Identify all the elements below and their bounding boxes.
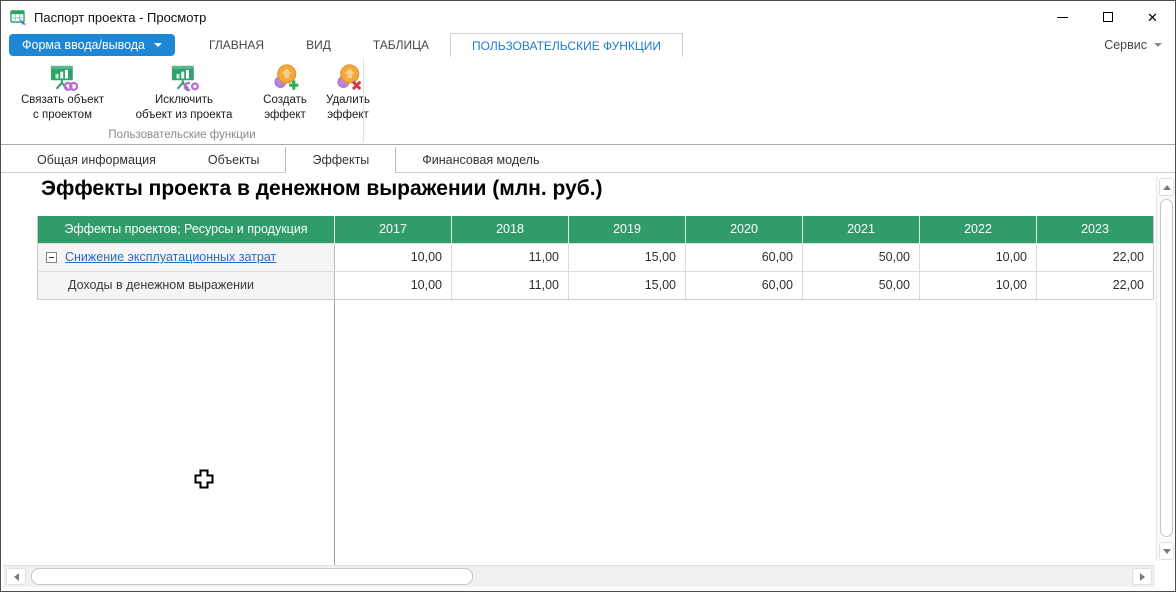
value-cell[interactable]: 60,00: [685, 270, 803, 300]
value-cell[interactable]: 10,00: [919, 242, 1037, 272]
ribbon-tab-glavnaya[interactable]: ГЛАВНАЯ: [188, 33, 285, 57]
value-cell[interactable]: 50,00: [802, 270, 920, 300]
value-cell[interactable]: 11,00: [451, 242, 569, 272]
app-window: Паспорт проекта - Просмотр ✕ Форма ввода…: [0, 0, 1176, 592]
minimize-icon: [1057, 16, 1068, 18]
tab-finansovaya-model[interactable]: Финансовая модель: [396, 147, 565, 172]
titlebar: Паспорт проекта - Просмотр ✕: [1, 1, 1175, 33]
scroll-up-button[interactable]: [1159, 178, 1174, 196]
chevron-down-icon: [1154, 43, 1162, 47]
maximize-icon: [1102, 12, 1113, 22]
scroll-right-button[interactable]: [1132, 568, 1152, 585]
value-cell[interactable]: 50,00: [802, 242, 920, 272]
link-object-button[interactable]: Связать объект с проектом: [11, 61, 114, 122]
delete-effect-button[interactable]: Удалить эффект: [318, 61, 378, 122]
value-cell[interactable]: 60,00: [685, 242, 803, 272]
arrow-right-icon: [1139, 572, 1145, 581]
ribbon-body: Связать объект с проектом Исключить объе…: [1, 57, 1175, 145]
ribbon-tab-label: ГЛАВНАЯ: [209, 38, 265, 52]
scroll-left-button[interactable]: [6, 568, 26, 585]
window-title: Паспорт проекта - Просмотр: [34, 9, 207, 25]
ribbon-group-caption: Пользовательские функции: [108, 129, 256, 141]
child-row-label: Доходы в денежном выражении: [68, 278, 255, 292]
content-area: Эффекты проекта в денежном выражении (мл…: [1, 173, 1175, 591]
create-effect-button[interactable]: Создать эффект: [256, 61, 314, 122]
page-tab-label: Финансовая модель: [422, 152, 540, 167]
header-cell-year[interactable]: 2017: [334, 216, 452, 243]
header-cell-label[interactable]: Эффекты проектов; Ресурсы и продукция: [37, 216, 335, 243]
table-row: Снижение эксплуатационных затрат 10,00 1…: [37, 242, 1154, 272]
scroll-down-button[interactable]: [1159, 542, 1174, 560]
minimize-button[interactable]: [1040, 1, 1085, 33]
service-menu[interactable]: Сервис: [1104, 33, 1162, 57]
value-cell[interactable]: 10,00: [334, 242, 452, 272]
tab-effekty[interactable]: Эффекты: [285, 147, 397, 173]
tab-obshchaya-informatsiya[interactable]: Общая информация: [11, 147, 182, 172]
button-label-line: эффект: [264, 108, 306, 121]
ribbon-tab-strip: Форма ввода/вывода ГЛАВНАЯ ВИД ТАБЛИЦА П…: [1, 33, 1175, 57]
exclude-object-button[interactable]: Исключить объект из проекта: [114, 61, 254, 122]
button-label-line: Исключить: [155, 94, 213, 106]
value-cell[interactable]: 22,00: [1036, 242, 1154, 272]
arrow-up-icon: [1162, 184, 1171, 190]
value-cell[interactable]: 22,00: [1036, 270, 1154, 300]
ribbon-group-separator: [363, 59, 364, 142]
value-cell[interactable]: 15,00: [568, 242, 686, 272]
vertical-scrollbar-thumb[interactable]: [1160, 199, 1173, 537]
page-title: Эффекты проекта в денежном выражении (мл…: [41, 177, 603, 200]
header-cell-year[interactable]: 2023: [1036, 216, 1154, 243]
header-cell-year[interactable]: 2019: [568, 216, 686, 243]
maximize-button[interactable]: [1085, 1, 1130, 33]
form-io-menu-button[interactable]: Форма ввода/вывода: [9, 34, 176, 56]
tab-obekty[interactable]: Объекты: [182, 147, 286, 172]
window-controls: ✕: [1040, 1, 1175, 33]
page-tab-strip: Общая информация Объекты Эффекты Финансо…: [1, 147, 1175, 173]
button-label-line: объект из проекта: [135, 108, 233, 121]
horizontal-scrollbar-thumb[interactable]: [31, 568, 473, 585]
horizontal-scrollbar[interactable]: [3, 565, 1155, 587]
page-tab-label: Общая информация: [37, 152, 156, 167]
vertical-scrollbar[interactable]: [1156, 177, 1175, 561]
table-header-row: Эффекты проектов; Ресурсы и продукция 20…: [37, 216, 1154, 243]
header-cell-year[interactable]: 2020: [685, 216, 803, 243]
header-cell-year[interactable]: 2022: [919, 216, 1037, 243]
value-cell[interactable]: 10,00: [334, 270, 452, 300]
header-cell-year[interactable]: 2021: [802, 216, 920, 243]
service-label: Сервис: [1104, 38, 1147, 52]
header-cell-year[interactable]: 2018: [451, 216, 569, 243]
button-label-line: с проектом: [33, 108, 92, 121]
arrow-left-icon: [13, 572, 19, 581]
ribbon-button-group: Связать объект с проектом Исключить объе…: [11, 61, 378, 122]
table-row: Доходы в денежном выражении 10,00 11,00 …: [37, 270, 1154, 300]
button-label-line: Связать объект: [21, 94, 104, 106]
row-label-cell: Снижение эксплуатационных затрат: [37, 242, 335, 272]
close-icon: ✕: [1147, 9, 1158, 25]
ribbon-tab-tablitsa[interactable]: ТАБЛИЦА: [352, 33, 450, 57]
unlink-object-from-project-icon: [171, 65, 199, 92]
effect-group-link[interactable]: Снижение эксплуатационных затрат: [65, 250, 276, 264]
value-cell[interactable]: 10,00: [919, 270, 1037, 300]
value-cell[interactable]: 15,00: [568, 270, 686, 300]
chevron-down-icon: [154, 43, 163, 47]
app-table-icon: [10, 9, 27, 25]
value-cell[interactable]: 11,00: [451, 270, 569, 300]
close-button[interactable]: ✕: [1130, 1, 1175, 33]
effects-table: Эффекты проектов; Ресурсы и продукция 20…: [37, 216, 1154, 300]
arrow-down-icon: [1162, 548, 1171, 554]
row-label-cell: Доходы в денежном выражении: [37, 270, 335, 300]
form-io-menu-label: Форма ввода/вывода: [22, 38, 146, 52]
ribbon-tab-label: ПОЛЬЗОВАТЕЛЬСКИЕ ФУНКЦИИ: [472, 38, 662, 53]
collapse-expander-icon[interactable]: [46, 251, 57, 263]
delete-effect-icon: [337, 64, 362, 91]
create-effect-icon: [274, 64, 299, 90]
frozen-pane-divider: [334, 300, 335, 565]
ribbon-tab-user-functions[interactable]: ПОЛЬЗОВАТЕЛЬСКИЕ ФУНКЦИИ: [450, 33, 684, 57]
ribbon-tab-vid[interactable]: ВИД: [285, 33, 352, 57]
ribbon-tab-label: ВИД: [306, 38, 331, 52]
link-object-to-project-icon: [50, 65, 78, 92]
ribbon-tab-label: ТАБЛИЦА: [372, 38, 430, 52]
page-tab-label: Объекты: [207, 152, 260, 167]
button-label-line: Создать: [263, 94, 307, 106]
page-tab-label: Эффекты: [312, 153, 370, 167]
